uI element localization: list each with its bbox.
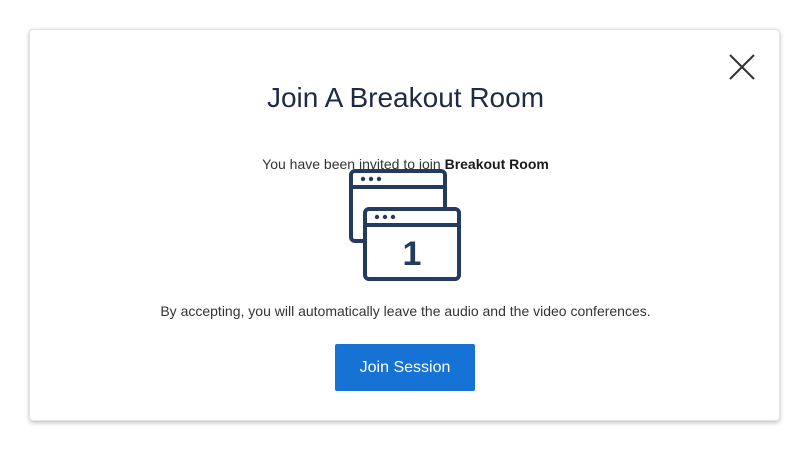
breakout-room-dialog: Join A Breakout Room You have been invit… — [29, 29, 780, 421]
breakout-windows-icon: 1 — [349, 169, 461, 281]
dialog-title: Join A Breakout Room — [266, 82, 545, 113]
room-number: 1 — [403, 235, 422, 273]
leave-notice: By accepting, you will automatically lea… — [160, 303, 651, 319]
join-session-button[interactable]: Join Session — [335, 344, 475, 391]
close-icon — [729, 54, 755, 80]
close-button[interactable] — [727, 52, 757, 82]
